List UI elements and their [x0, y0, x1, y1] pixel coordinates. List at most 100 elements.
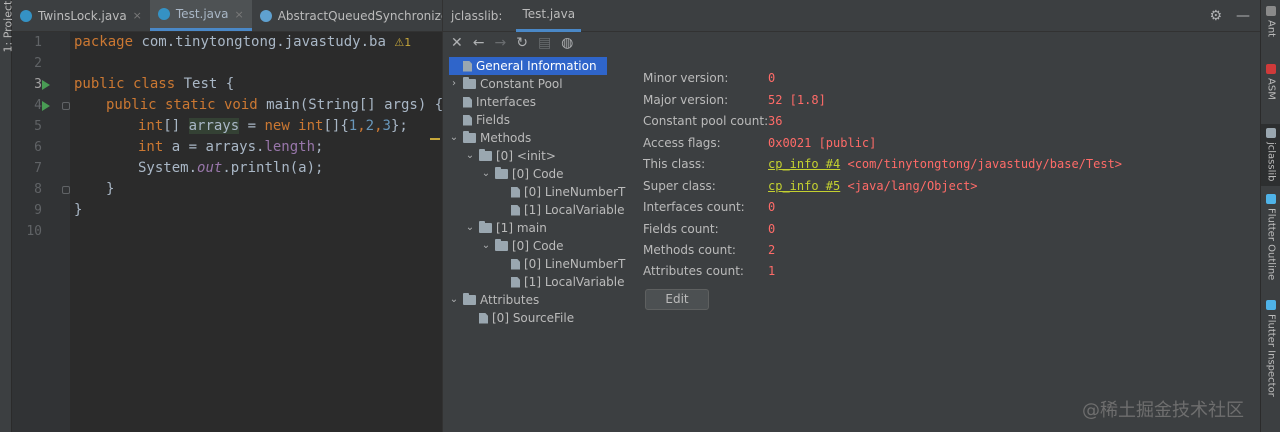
number-literal: 1: [348, 118, 358, 134]
file-icon: [511, 276, 520, 288]
panel-title: jclasslib:: [451, 8, 503, 23]
file-icon: [479, 312, 488, 324]
tree-node-init-code[interactable]: ⌄ [0] Code: [481, 165, 564, 183]
refresh-icon[interactable]: ↻: [516, 35, 528, 51]
chevron-right-icon[interactable]: ›: [449, 75, 459, 93]
tree-node-label: [1] main: [496, 221, 547, 235]
fold-icon[interactable]: [62, 102, 70, 110]
right-tool-strip: Ant ASM jclasslib Flutter Outline Flutte…: [1260, 0, 1280, 432]
number-literal: 2: [365, 118, 375, 134]
line-number: 3: [34, 77, 42, 92]
tab-twinslock[interactable]: TwinsLock.java ×: [12, 0, 150, 31]
tree-node-methods[interactable]: ⌄ Methods: [449, 129, 531, 147]
asm-tool-tab[interactable]: ASM: [1261, 64, 1280, 100]
save-icon[interactable]: ▤: [538, 35, 551, 51]
jclasslib-tool-tab[interactable]: jclasslib: [1261, 124, 1280, 186]
code-text: };: [390, 118, 408, 134]
close-icon[interactable]: ×: [234, 8, 243, 21]
keyword: int: [138, 139, 164, 155]
field-value: cp_info #5 <java/lang/Object>: [768, 176, 978, 197]
tree-node-fields[interactable]: Fields: [449, 111, 510, 129]
field-label: Access flags:: [643, 136, 721, 150]
editor-gutter: 1 2 3 4 5 6 7 8 9 10: [12, 32, 70, 432]
back-arrow-icon[interactable]: ←: [473, 35, 485, 51]
ant-tool-tab[interactable]: Ant: [1261, 6, 1280, 37]
close-icon[interactable]: ×: [133, 9, 142, 22]
minimize-icon[interactable]: —: [1236, 8, 1250, 24]
tree-node-label: Constant Pool: [480, 77, 563, 91]
gear-icon[interactable]: ⚙: [1209, 8, 1222, 24]
code-text: System.: [138, 160, 198, 176]
code-text: main(String[] args) {: [257, 97, 444, 113]
tree-node-label: [0] Code: [512, 239, 564, 253]
code-editor: TwinsLock.java × Test.java × AbstractQue…: [12, 0, 481, 432]
tree-node-label: Methods: [480, 131, 532, 145]
web-icon[interactable]: ◍: [561, 35, 573, 51]
field-label: Constant pool count:: [643, 114, 769, 128]
tree-node-main-local-variable-table[interactable]: [1] LocalVariable: [497, 273, 625, 291]
run-main-icon[interactable]: [42, 101, 50, 111]
error-stripe-mark[interactable]: [430, 138, 440, 140]
flutter-icon: [1266, 300, 1276, 310]
cp-info-link[interactable]: cp_info #5: [768, 179, 840, 193]
tree-node-general-information[interactable]: General Information: [449, 57, 607, 75]
tree-node-main-line-number-table[interactable]: [0] LineNumberT: [497, 255, 625, 273]
tree-node-interfaces[interactable]: Interfaces: [449, 93, 536, 111]
highlighted-variable: arrays: [188, 118, 240, 134]
forward-arrow-icon[interactable]: →: [494, 35, 506, 51]
flutter-icon: [1266, 194, 1276, 204]
chevron-down-icon[interactable]: ⌄: [465, 147, 475, 165]
tree-node-source-file[interactable]: [0] SourceFile: [465, 309, 574, 327]
code-area[interactable]: package com.tinytongtong.javastudy.ba ⚠1…: [74, 32, 444, 432]
jclasslib-toolbar: ✕ ← → ↻ ▤ ◍: [443, 32, 1260, 54]
tree-node-attributes[interactable]: ⌄ Attributes: [449, 291, 539, 309]
comma: ,: [374, 118, 383, 134]
tab-test[interactable]: Test.java ×: [149, 0, 252, 31]
fold-icon[interactable]: [62, 186, 70, 194]
tree-node-init-local-variable-table[interactable]: [1] LocalVariable: [497, 201, 625, 219]
tree-node-main-code[interactable]: ⌄ [0] Code: [481, 237, 564, 255]
chevron-down-icon[interactable]: ⌄: [481, 165, 491, 183]
tool-tab-label: ASM: [1265, 78, 1277, 100]
run-class-icon[interactable]: [42, 80, 50, 90]
left-tool-strip: 1: Project: [0, 0, 15, 432]
flutter-inspector-tool-tab[interactable]: Flutter Inspector: [1261, 300, 1280, 397]
field-value: 2: [768, 243, 776, 257]
class-name: <com/tinytongtong/javastudy/base/Test>: [847, 157, 1123, 171]
chevron-down-icon[interactable]: ⌄: [449, 129, 459, 147]
folder-icon: [495, 167, 508, 179]
code-line-6: int a = arrays.length;: [138, 137, 323, 158]
field-value: 1: [768, 264, 776, 278]
tree-node-constant-pool[interactable]: › Constant Pool: [449, 75, 563, 93]
tree-node-label: Attributes: [480, 293, 540, 307]
number-literal: 3: [382, 118, 391, 134]
close-icon[interactable]: ✕: [451, 35, 463, 51]
chevron-down-icon[interactable]: ⌄: [465, 219, 475, 237]
tree-node-label: [1] LocalVariable: [524, 275, 625, 289]
line-number: 10: [26, 224, 42, 239]
tree-node-method-main[interactable]: ⌄ [1] main: [465, 219, 547, 237]
field-label: Methods count:: [643, 243, 736, 257]
chevron-down-icon[interactable]: ⌄: [449, 291, 459, 309]
tree-node-init-line-number-table[interactable]: [0] LineNumberT: [497, 183, 625, 201]
folder-icon: [463, 293, 476, 305]
flutter-outline-tool-tab[interactable]: Flutter Outline: [1261, 194, 1280, 280]
warning-badge[interactable]: ⚠1: [394, 36, 411, 49]
chevron-down-icon[interactable]: ⌄: [481, 237, 491, 255]
tab-test-class[interactable]: Test.java: [516, 0, 582, 32]
jclasslib-panel: jclasslib: Test.java ⚙ — ✕ ← → ↻ ▤ ◍ Gen…: [442, 0, 1260, 432]
code-line-9: }: [74, 200, 82, 221]
folder-icon: [479, 149, 492, 161]
tree-node-label: General Information: [476, 59, 597, 73]
tree-node-method-init[interactable]: ⌄ [0] <init>: [465, 147, 556, 165]
jclasslib-icon: [1266, 128, 1276, 138]
line-number: 5: [34, 119, 42, 134]
keyword: public class: [74, 76, 176, 92]
tree-node-label: [0] LineNumberT: [524, 185, 626, 199]
edit-button[interactable]: Edit: [645, 289, 709, 310]
field-value: 0: [768, 200, 776, 214]
line-number: 2: [34, 56, 42, 71]
folder-icon: [463, 131, 476, 143]
cp-info-link[interactable]: cp_info #4: [768, 157, 840, 171]
field-label: This class:: [643, 157, 706, 171]
